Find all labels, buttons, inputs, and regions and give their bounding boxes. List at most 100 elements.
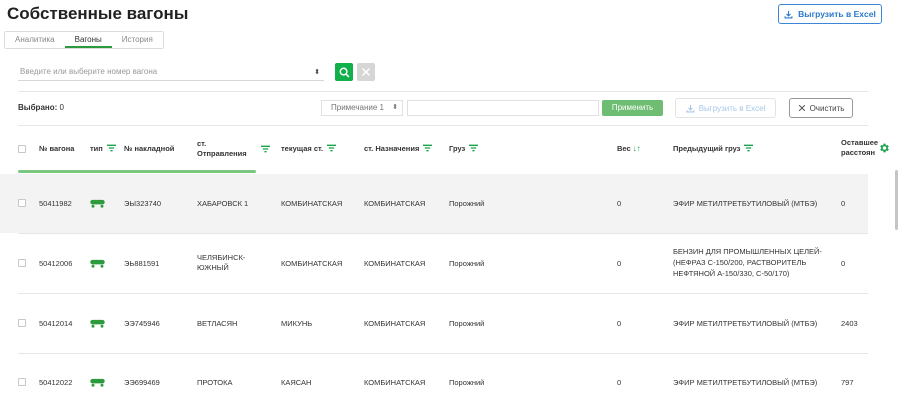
select-arrows-icon: ⬍ — [392, 104, 398, 111]
column-header-remaining-line1: Оставшее — [841, 138, 879, 147]
column-header-prev[interactable]: Предыдущий груз — [673, 144, 754, 154]
cell-cargo: Порожний — [449, 259, 485, 268]
cell-from: ВЕТЛАСЯН — [197, 319, 238, 328]
cell-invoice: ЭЫ323740 — [124, 199, 162, 208]
column-header-dest-label: ст. Назначения — [364, 144, 420, 153]
cell-current: КОМБИНАТСКАЯ — [281, 259, 343, 268]
column-header-weight[interactable]: Вес ↓↑ — [617, 144, 641, 154]
cell-num[interactable]: 50412014 — [39, 319, 72, 329]
row-divider — [18, 293, 868, 294]
note-input[interactable] — [407, 100, 599, 116]
filter-icon[interactable] — [744, 144, 754, 152]
tank-wagon-icon — [90, 378, 105, 387]
tab-bar: Аналитика Вагоны История — [4, 31, 164, 49]
note-select[interactable]: Примечание 1 ⬍ — [321, 100, 403, 116]
clear-label: Очистить — [809, 103, 845, 113]
cell-cargo: Порожний — [449, 319, 485, 328]
filter-icon[interactable] — [423, 144, 433, 152]
cell-prev: БЕНЗИН ДЛЯ ПРОМЫШЛЕННЫХ ЦЕЛЕЙ- (НЕФРАЗ С… — [673, 247, 822, 278]
cell-dest: КОМБИНАТСКАЯ — [364, 199, 426, 208]
column-header-cargo[interactable]: Груз — [449, 144, 479, 154]
column-header-num[interactable]: № вагона — [39, 144, 74, 154]
column-header-from[interactable]: ст. Отправления — [197, 139, 247, 159]
column-header-from-line1: ст. — [197, 139, 207, 148]
cell-invoice: ЭЭ745946 — [124, 319, 160, 328]
column-header-type[interactable]: тип — [90, 144, 116, 154]
cell-current: КОМБИНАТСКАЯ — [281, 199, 343, 208]
cell-remaining: 0 — [841, 259, 846, 268]
wagon-search-placeholder: Введите или выберите номер вагона — [20, 67, 158, 76]
cell-num[interactable]: 50412006 — [39, 259, 72, 269]
export-selected-excel-button[interactable]: Выгрузить в Excel — [675, 98, 776, 118]
cell-prev: ЭФИР МЕТИЛТРЕТБУТИЛОВЫЙ (МТБЭ) — [673, 319, 818, 328]
column-header-current-label: текущая ст. — [281, 144, 324, 153]
download-icon — [686, 104, 695, 112]
selected-count: Выбрано: 0 — [18, 103, 64, 112]
column-header-remaining[interactable]: Оставшее расстоян — [841, 138, 881, 158]
column-header-from-line2: Отправления — [197, 149, 247, 158]
gear-icon[interactable] — [878, 142, 890, 154]
column-header-remaining-line2: расстоян — [841, 148, 876, 157]
column-header-prev-label: Предыдущий груз — [673, 144, 741, 153]
note-select-value: Примечание 1 — [331, 103, 384, 112]
wagon-search-select[interactable]: Введите или выберите номер вагона ⬍ — [18, 64, 324, 81]
filter-icon[interactable] — [469, 144, 479, 152]
filter-icon[interactable] — [261, 145, 270, 153]
export-excel-button[interactable]: Выгрузить в Excel — [778, 4, 882, 24]
cell-num[interactable]: 50412022 — [39, 378, 72, 388]
filter-icon[interactable] — [106, 144, 116, 152]
cell-prev: ЭФИР МЕТИЛТРЕТБУТИЛОВЫЙ (МТБЭ) — [673, 199, 818, 208]
cell-dest: КОМБИНАТСКАЯ — [364, 259, 426, 268]
cell-invoice: ЭЬ881591 — [124, 259, 160, 268]
sort-icon[interactable]: ↓↑ — [633, 144, 641, 153]
row-divider — [18, 353, 868, 354]
close-icon — [362, 68, 370, 76]
select-arrows-icon: ⬍ — [314, 69, 320, 76]
tab-history[interactable]: История — [112, 32, 163, 48]
cell-invoice: ЭЭ699469 — [124, 378, 160, 387]
select-all-checkbox[interactable] — [18, 145, 26, 153]
download-icon — [784, 10, 793, 18]
cell-weight: 0 — [617, 319, 622, 328]
tank-wagon-icon — [90, 319, 105, 328]
tab-wagons[interactable]: Вагоны — [64, 32, 112, 48]
loading-progress-bar — [18, 170, 256, 173]
cell-from: ХАБАРОВСК 1 — [197, 199, 249, 208]
apply-button[interactable]: Применить — [602, 100, 663, 116]
cell-cargo: Порожний — [449, 378, 485, 387]
column-header-current[interactable]: текущая ст. — [281, 144, 337, 154]
selected-label: Выбрано: — [18, 103, 58, 112]
search-button[interactable] — [335, 63, 353, 81]
cell-weight: 0 — [617, 378, 622, 387]
cell-remaining: 2403 — [841, 319, 858, 328]
row-checkbox[interactable] — [18, 199, 26, 207]
close-icon — [798, 104, 805, 112]
scrollbar[interactable] — [895, 170, 898, 230]
divider — [18, 125, 868, 126]
clear-search-button[interactable] — [357, 63, 375, 81]
column-header-weight-label: Вес — [617, 144, 631, 153]
tank-wagon-icon — [90, 199, 105, 208]
row-checkbox[interactable] — [18, 259, 26, 267]
row-checkbox[interactable] — [18, 378, 26, 386]
clear-button[interactable]: Очистить — [789, 98, 853, 118]
cell-weight: 0 — [617, 199, 622, 208]
column-header-cargo-label: Груз — [449, 144, 466, 153]
column-header-dest[interactable]: ст. Назначения — [364, 144, 433, 154]
row-divider — [18, 233, 868, 234]
cell-from: ПРОТОКА — [197, 378, 233, 387]
cell-prev: ЭФИР МЕТИЛТРЕТБУТИЛОВЫЙ (МТБЭ) — [673, 378, 818, 387]
cell-cargo: Порожний — [449, 199, 485, 208]
cell-from: ЧЕЛЯБИНСК- ЮЖНЫЙ — [197, 253, 246, 272]
cell-remaining: 0 — [841, 199, 846, 208]
search-icon — [339, 67, 349, 77]
filter-icon[interactable] — [327, 144, 337, 152]
tab-analytics[interactable]: Аналитика — [5, 32, 65, 48]
cell-num[interactable]: 50411982 — [39, 199, 72, 209]
cell-current: КАЯСАН — [281, 378, 312, 387]
column-header-invoice[interactable]: № накладной — [124, 144, 174, 154]
row-checkbox[interactable] — [18, 319, 26, 327]
column-header-type-label: тип — [90, 144, 103, 153]
selected-value: 0 — [59, 103, 64, 112]
divider — [18, 91, 868, 92]
